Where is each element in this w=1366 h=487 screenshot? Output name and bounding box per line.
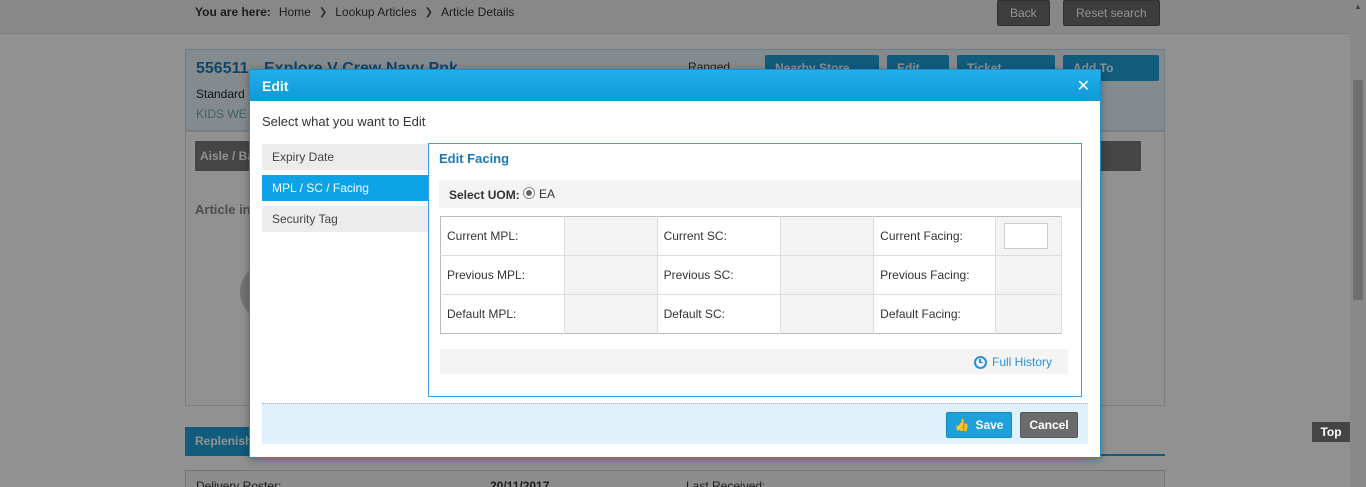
table-row: Current MPL: Current SC: Current Facing: [440,216,1063,256]
uom-label: Select UOM: [449,188,520,202]
default-facing-label: Default Facing: [873,294,996,334]
close-icon[interactable]: ✕ [1077,76,1090,96]
previous-sc-value [780,255,875,295]
previous-facing-label: Previous Facing: [873,255,996,295]
previous-sc-label: Previous SC: [657,255,781,295]
menu-item-expiry-date[interactable]: Expiry Date [262,144,430,170]
current-sc-label: Current SC: [657,216,781,256]
edit-modal: Edit ✕ Select what you want to Edit Expi… [249,69,1101,458]
edit-menu: Expiry Date MPL / SC / Facing Security T… [262,144,430,237]
modal-header: Edit ✕ [250,70,1100,101]
table-row: Default MPL: Default SC: Default Facing: [440,294,1063,334]
cancel-button[interactable]: Cancel [1020,412,1078,438]
uom-value: EA [539,187,556,201]
history-row: Full History [440,349,1068,374]
default-facing-value [994,294,1063,334]
default-mpl-label: Default MPL: [440,294,565,334]
thumbs-up-icon: 👍 [954,418,970,432]
current-facing-cell [994,216,1063,256]
full-history-label: Full History [991,355,1052,369]
default-mpl-value [563,294,658,334]
current-mpl-value [563,216,658,256]
modal-prompt: Select what you want to Edit [262,114,426,129]
current-facing-input[interactable] [1003,223,1048,249]
table-row: Previous MPL: Previous SC: Previous Faci… [440,255,1063,295]
previous-mpl-value [563,255,658,295]
uom-row: Select UOM: EA [439,180,1081,208]
save-button[interactable]: 👍 Save [946,412,1012,438]
current-facing-label: Current Facing: [873,216,996,256]
uom-radio-ea[interactable] [523,187,535,199]
clock-icon [973,355,987,369]
previous-mpl-label: Previous MPL: [440,255,565,295]
current-sc-value [780,216,875,256]
full-history-link[interactable]: Full History [973,355,1052,369]
default-sc-label: Default SC: [657,294,781,334]
modal-title: Edit [262,78,289,94]
modal-footer: 👍 Save Cancel [262,403,1088,444]
facing-table: Current MPL: Current SC: Current Facing:… [440,216,1063,334]
menu-item-mpl-sc-facing[interactable]: MPL / SC / Facing [262,175,430,201]
previous-facing-value [994,255,1063,295]
default-sc-value [780,294,875,334]
edit-facing-panel: Edit Facing Select UOM: EA Current MPL: … [428,143,1082,397]
current-mpl-label: Current MPL: [440,216,565,256]
menu-item-security-tag[interactable]: Security Tag [262,206,430,232]
back-to-top-button[interactable]: Top [1312,422,1350,442]
save-label: Save [975,418,1004,432]
edit-facing-title: Edit Facing [439,151,510,166]
